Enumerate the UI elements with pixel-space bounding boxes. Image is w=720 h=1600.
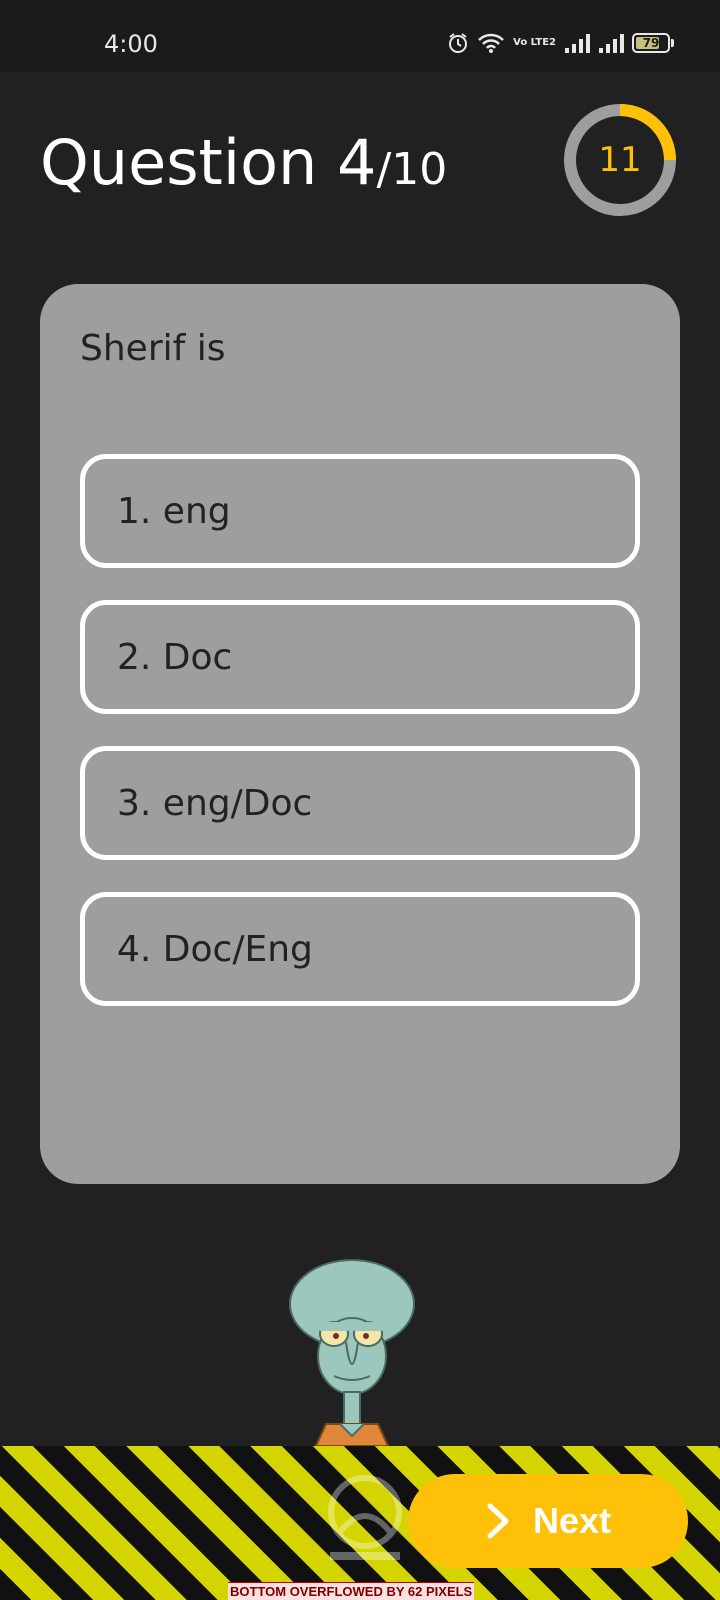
countdown-timer: 11	[562, 102, 678, 218]
watermark-logo	[328, 1475, 402, 1560]
next-button-label: Next	[532, 1500, 612, 1541]
overflow-warning-text: BOTTOM OVERFLOWED BY 62 PIXELS	[230, 1584, 473, 1599]
answer-option-3[interactable]: 3. eng/Doc	[80, 746, 640, 860]
answer-option-2[interactable]: 2. Doc	[80, 600, 640, 714]
answer-option-label: 4. Doc/Eng	[117, 928, 313, 970]
answer-option-1[interactable]: 1. eng	[80, 454, 640, 568]
answer-option-label: 2. Doc	[117, 636, 233, 678]
overflow-warning-banner: BOTTOM OVERFLOWED BY 62 PIXELS	[228, 1582, 475, 1600]
answer-option-label: 1. eng	[117, 490, 231, 532]
status-icons: Vo LTE2 79	[447, 30, 674, 56]
signal-icon	[564, 33, 590, 53]
next-button[interactable]: Next	[408, 1474, 688, 1568]
status-time: 4:00	[104, 30, 158, 58]
answer-option-label: 3. eng/Doc	[117, 782, 313, 824]
question-total: /10	[376, 144, 448, 195]
answer-option-4[interactable]: 4. Doc/Eng	[80, 892, 640, 1006]
volte-icon: Vo LTE2	[513, 37, 556, 48]
status-bar: 4:00 Vo LTE2 79	[0, 0, 720, 72]
squidward-illustration	[289, 1259, 415, 1446]
question-text: Sherif is	[80, 328, 226, 369]
chevron-right-icon	[487, 1503, 509, 1539]
question-title: Question 4/10	[40, 126, 447, 199]
timer-value: 11	[598, 140, 642, 180]
battery-icon: 79	[632, 33, 670, 53]
question-number: Question 4	[40, 126, 377, 199]
wifi-icon	[477, 32, 505, 54]
battery-level: 79	[642, 36, 660, 50]
question-card: Sherif is 1. eng 2. Doc 3. eng/Doc 4. Do…	[40, 284, 680, 1184]
signal-icon	[598, 33, 624, 53]
alarm-icon	[447, 32, 469, 54]
battery-tip	[671, 39, 674, 47]
